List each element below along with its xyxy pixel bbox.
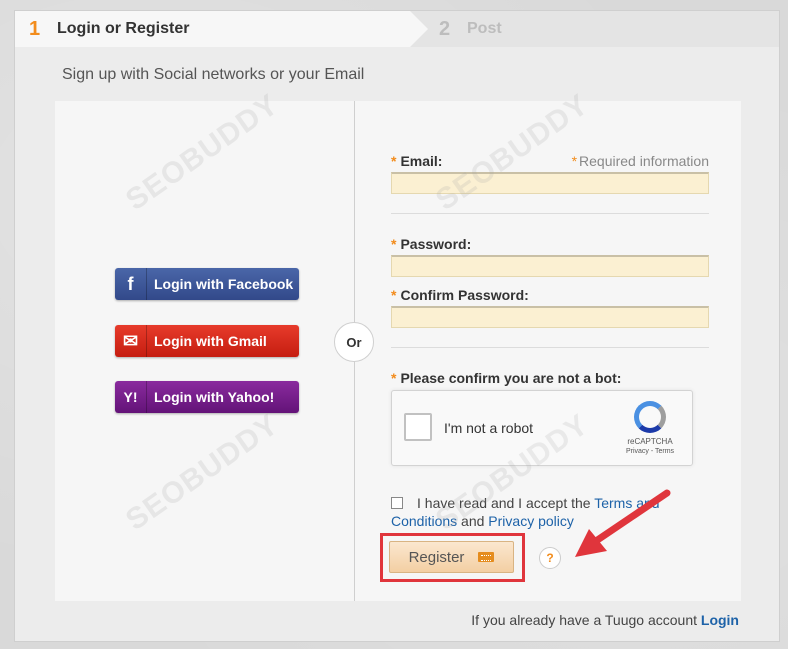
facebook-login-label: Login with Facebook xyxy=(154,276,294,292)
step-label: Post xyxy=(467,20,502,37)
step-login-register: 1 Login or Register xyxy=(15,11,428,47)
recaptcha-logo: reCAPTCHA Privacy - Terms xyxy=(618,401,682,455)
keyboard-icon xyxy=(478,552,495,562)
step-post: 2 Post xyxy=(425,11,502,47)
terms-checkbox[interactable] xyxy=(391,497,403,509)
form-box: f Login with Facebook ✉ Login with Gmail… xyxy=(55,101,741,601)
step-bar: 1 Login or Register 2 Post xyxy=(15,11,779,47)
gmail-login-label: Login with Gmail xyxy=(154,333,267,349)
required-star: * xyxy=(391,287,397,303)
confirm-password-field[interactable] xyxy=(391,306,709,328)
bot-check-label-text: Please confirm you are not a bot: xyxy=(400,370,622,386)
required-info-text: Required information xyxy=(579,153,709,169)
footer-text: If you already have a Tuugo account xyxy=(471,612,701,628)
facebook-login-button[interactable]: f Login with Facebook xyxy=(115,268,299,300)
required-star: * xyxy=(391,153,397,169)
register-button[interactable]: Register xyxy=(389,541,514,573)
facebook-icon: f xyxy=(115,268,147,300)
email-label: * Email: xyxy=(391,153,442,169)
step-number: 1 xyxy=(29,17,41,40)
intro-text: Sign up with Social networks or your Ema… xyxy=(62,66,365,83)
recaptcha-widget: I'm not a robot reCAPTCHA Privacy - Term… xyxy=(391,390,693,466)
or-separator: Or xyxy=(334,322,374,362)
required-star: * xyxy=(391,370,397,386)
recaptcha-checkbox[interactable] xyxy=(404,413,432,441)
registration-panel: 1 Login or Register 2 Post Sign up with … xyxy=(14,10,780,642)
gmail-login-button[interactable]: ✉ Login with Gmail xyxy=(115,325,299,357)
required-star: * xyxy=(391,236,397,252)
password-label-text: Password: xyxy=(400,236,472,252)
email-label-text: Email: xyxy=(400,153,443,169)
yahoo-login-label: Login with Yahoo! xyxy=(154,389,275,405)
footer-login-prompt: If you already have a Tuugo account Logi… xyxy=(471,612,739,628)
yahoo-login-button[interactable]: Y! Login with Yahoo! xyxy=(115,381,299,413)
bot-check-label: * Please confirm you are not a bot: xyxy=(391,370,621,386)
divider xyxy=(391,347,709,348)
confirm-password-label: * Confirm Password: xyxy=(391,287,529,303)
password-label: * Password: xyxy=(391,236,471,252)
annotation-arrow-icon xyxy=(575,489,671,557)
step-label: Login or Register xyxy=(57,20,190,37)
gmail-icon: ✉ xyxy=(115,325,147,357)
required-info: * Required information xyxy=(572,153,709,169)
footer-login-link[interactable]: Login xyxy=(701,612,739,628)
register-highlight: Register xyxy=(380,533,525,582)
recaptcha-text: I'm not a robot xyxy=(444,420,534,436)
password-field[interactable] xyxy=(391,255,709,277)
recaptcha-links[interactable]: Privacy - Terms xyxy=(618,448,682,455)
required-star: * xyxy=(571,153,578,169)
terms-and: and xyxy=(457,513,489,529)
step-number: 2 xyxy=(439,17,451,40)
yahoo-icon: Y! xyxy=(115,381,147,413)
recaptcha-brand: reCAPTCHA xyxy=(627,437,673,446)
recaptcha-icon xyxy=(634,401,666,433)
divider xyxy=(391,213,709,214)
confirm-password-label-text: Confirm Password: xyxy=(400,287,529,303)
register-label: Register xyxy=(408,548,465,566)
email-field[interactable] xyxy=(391,172,709,194)
